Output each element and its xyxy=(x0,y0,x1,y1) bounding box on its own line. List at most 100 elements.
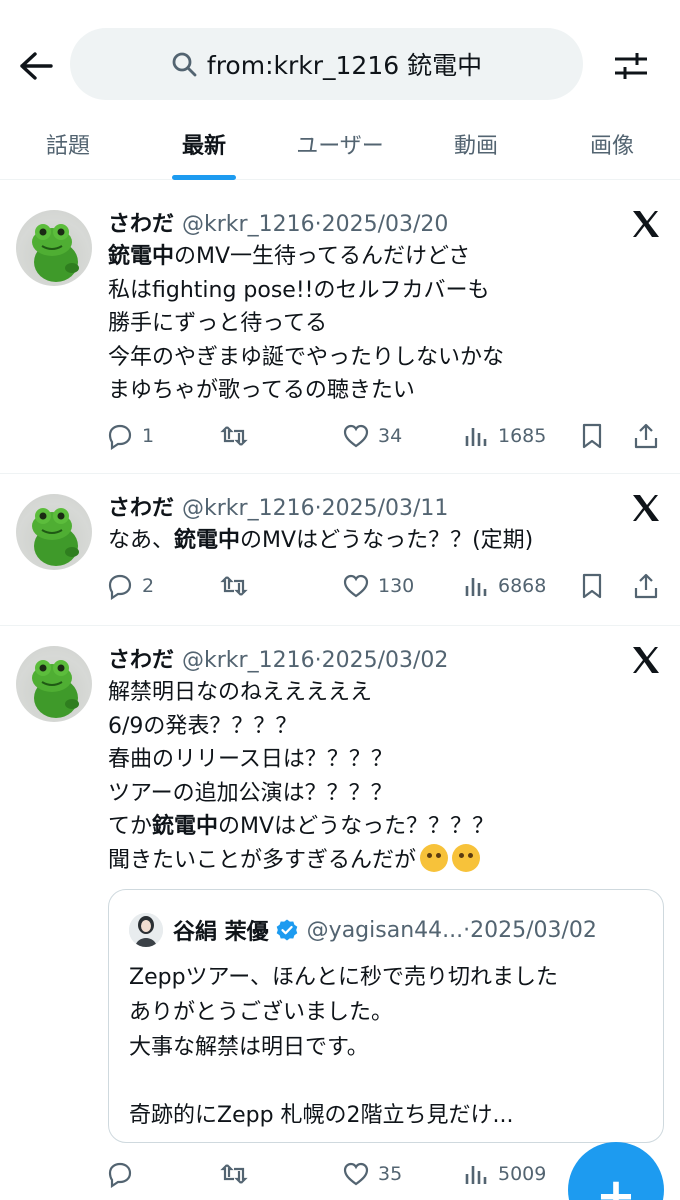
share-icon xyxy=(634,423,658,449)
tweet-header: さわだ @krkr_1216 · 2025/03/02 xyxy=(108,642,600,678)
tweet-line: まゆちゃが歌ってるの聴きたい xyxy=(108,378,415,403)
tweet-text: なあ、銃電中のMVはどうなった？？(定期) xyxy=(108,524,656,558)
tweet[interactable]: さわだ @krkr_1216 · 2025/03/20 銃電中のMV一生待ってる… xyxy=(0,190,680,474)
reply-count: 1 xyxy=(142,425,155,447)
separator-dot: · xyxy=(463,917,471,943)
share-button[interactable] xyxy=(632,416,660,456)
views-button[interactable]: 1685 xyxy=(462,416,546,456)
author-name[interactable]: さわだ xyxy=(108,206,174,238)
reply-button[interactable]: 2 xyxy=(106,566,154,606)
like-count: 34 xyxy=(378,425,403,447)
quoted-author-name: 谷絹 茉優 xyxy=(173,920,269,945)
tab-latest[interactable]: 最新 xyxy=(136,108,272,180)
tab-photos[interactable]: 画像 xyxy=(544,108,680,180)
tweet-line: 解禁明日なのねえええええ xyxy=(108,680,373,705)
reply-icon xyxy=(108,574,132,600)
quoted-tweet-header: 谷絹 茉優 @yagisan44... · 2025/03/02 xyxy=(129,912,645,948)
views-button[interactable]: 5009 xyxy=(462,1154,546,1194)
tweet-line: 春曲のリリース日は？？？？ xyxy=(108,747,393,772)
tweet[interactable]: さわだ @krkr_1216 · 2025/03/11 なあ、銃電中のMVはどう… xyxy=(0,474,680,626)
tweet-date[interactable]: 2025/03/02 xyxy=(322,648,449,673)
tweet-line: 勝手にずっと待ってる xyxy=(108,311,328,336)
retweet-button[interactable] xyxy=(220,416,256,456)
tweet-text: 銃電中のMV一生待ってるんだけどさ 私はfighting pose!!のセルフカバ… xyxy=(108,240,656,408)
x-logo-icon xyxy=(633,495,659,521)
reply-button[interactable] xyxy=(106,1154,142,1194)
heart-icon xyxy=(343,574,369,598)
quoted-tweet-date: 2025/03/02 xyxy=(470,917,597,943)
tab-label: 最新 xyxy=(181,134,226,159)
back-button[interactable] xyxy=(14,44,58,88)
like-count: 35 xyxy=(378,1163,403,1185)
quoted-avatar[interactable] xyxy=(129,913,163,947)
verified-badge-icon xyxy=(276,919,297,941)
tweet[interactable]: さわだ @krkr_1216 · 2025/03/02 解禁明日なのねえええええ… xyxy=(0,626,680,1200)
sliders-icon xyxy=(615,53,647,79)
avatar[interactable] xyxy=(16,210,92,286)
search-tabs: 話題 最新 ユーザー 動画 画像 xyxy=(0,108,680,180)
like-button[interactable]: 130 xyxy=(342,566,414,606)
retweet-button[interactable] xyxy=(220,1154,256,1194)
search-icon xyxy=(172,52,197,77)
tab-label: ユーザー xyxy=(296,134,384,159)
tweet-line: 聞きたいことが多すぎるんだが xyxy=(108,843,656,878)
avatar[interactable] xyxy=(16,646,92,722)
tweet-text: 解禁明日なのねえええええ 6/9の発表？？？？ 春曲のリリース日は？？？？ ツアーの追… xyxy=(108,676,656,877)
search-keyword-highlight: 銃電中 xyxy=(108,244,175,269)
frog-avatar-image xyxy=(32,660,79,718)
author-handle[interactable]: @krkr_1216 xyxy=(182,212,315,237)
tab-top[interactable]: 話題 xyxy=(0,108,136,180)
tweet-date[interactable]: 2025/03/11 xyxy=(322,496,449,521)
views-button[interactable]: 6868 xyxy=(462,566,546,606)
bookmark-button[interactable] xyxy=(578,416,606,456)
frog-avatar-image xyxy=(32,224,79,282)
tweet-actions: 1 34 1685 xyxy=(106,416,666,456)
heart-icon xyxy=(343,1162,369,1186)
bookmark-icon xyxy=(582,423,602,449)
tweet-line: 銃電中のMV一生待ってるんだけどさ xyxy=(108,244,471,269)
tab-label: 話題 xyxy=(45,134,90,159)
search-query: from:krkr_1216 銃電中 xyxy=(206,51,483,80)
reply-count: 2 xyxy=(142,575,155,597)
author-name[interactable]: さわだ xyxy=(108,490,174,522)
tweet-date[interactable]: 2025/03/20 xyxy=(322,212,449,237)
views-chart-icon xyxy=(465,428,487,446)
author-handle[interactable]: @krkr_1216 xyxy=(182,496,315,521)
quoted-tweet-text: Zeppツアー、ほんとに秒で売り切れました ありがとうございました。 大事な解禁は明… xyxy=(129,960,645,1133)
plus-icon: + xyxy=(595,1168,637,1200)
retweet-icon xyxy=(220,1164,248,1184)
tab-label: 画像 xyxy=(589,134,634,159)
reply-button[interactable]: 1 xyxy=(106,416,154,456)
separator-dot: · xyxy=(314,212,322,237)
x-logo-icon xyxy=(633,647,659,673)
tweet-actions: 2 130 6868 xyxy=(106,566,666,606)
tweet-line: 大事な解禁は明日です。 xyxy=(129,1035,369,1060)
tweet-line xyxy=(129,1065,645,1098)
tweet-line: Zeppツアー、ほんとに秒で売り切れました xyxy=(129,965,558,990)
tab-people[interactable]: ユーザー xyxy=(272,108,408,180)
quoted-author-handle: @yagisan44... xyxy=(306,917,464,943)
share-button[interactable] xyxy=(632,566,660,606)
tweet-line: 私はfighting pose!!のセルフカバーも xyxy=(108,277,490,303)
author-name[interactable]: さわだ xyxy=(108,642,174,674)
person-avatar-image xyxy=(129,913,163,947)
reply-icon xyxy=(108,424,132,450)
retweet-button[interactable] xyxy=(220,566,256,606)
view-count: 1685 xyxy=(498,425,547,447)
tweet-line: なあ、銃電中のMVはどうなった？？(定期) xyxy=(108,528,534,553)
search-filter-button[interactable] xyxy=(607,44,655,88)
author-handle[interactable]: @krkr_1216 xyxy=(182,648,315,673)
tab-videos[interactable]: 動画 xyxy=(408,108,544,180)
tab-label: 動画 xyxy=(453,134,498,159)
tweet-line: ありがとうございました。 xyxy=(129,1000,394,1025)
active-tab-indicator xyxy=(172,175,236,180)
avatar[interactable] xyxy=(16,494,92,570)
view-count: 5009 xyxy=(498,1163,547,1185)
like-button[interactable]: 35 xyxy=(342,1154,402,1194)
search-input[interactable]: from:krkr_1216 銃電中 xyxy=(70,28,583,100)
like-button[interactable]: 34 xyxy=(342,416,402,456)
tweet-line: 奇跡的にZepp 札幌の2階立ち見だけ... xyxy=(129,1103,514,1128)
bookmark-button[interactable] xyxy=(578,566,606,606)
tweet-line: 6/9の発表？？？？ xyxy=(108,713,298,739)
quoted-tweet[interactable]: 谷絹 茉優 @yagisan44... · 2025/03/02 Zeppツアー… xyxy=(108,889,664,1143)
